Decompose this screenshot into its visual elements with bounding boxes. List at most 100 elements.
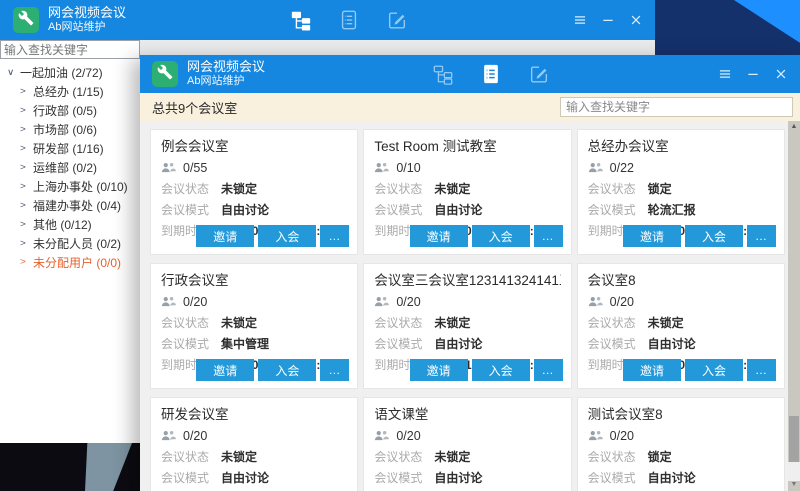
scroll-up-icon[interactable]: ▲ (788, 122, 800, 132)
room-search-input[interactable] (560, 97, 793, 117)
org-chart-icon[interactable] (289, 8, 313, 32)
chevron-icon[interactable]: > (20, 201, 33, 211)
invite-button[interactable]: 邀请 (410, 225, 468, 247)
chevron-icon[interactable]: ∨ (7, 68, 20, 78)
room-member-count: 0/20 (161, 294, 347, 309)
tree-item[interactable]: > 运维部 (0/2) (0, 158, 140, 177)
tree-item[interactable]: > 行政部 (0/5) (0, 101, 140, 120)
room-card: 会议室8 0/20 会议状态未锁定 会议模式自由讨论 到期时间2022-01-2… (577, 263, 785, 389)
list-icon-active[interactable] (479, 62, 503, 86)
window-title: 网会视频会议 (48, 6, 126, 21)
chevron-icon[interactable]: > (20, 163, 33, 173)
room-member-count: 0/10 (374, 160, 560, 175)
tree-item-label: 行政部 (0/5) (33, 102, 97, 119)
mode-value: 自由讨论 (434, 203, 482, 217)
join-button[interactable]: 入会 (258, 225, 316, 247)
sidebar-search-input[interactable] (0, 40, 140, 59)
room-card: Test Room 测试教室 0/10 会议状态未锁定 会议模式自由讨论 到期时… (363, 129, 571, 255)
member-count-value: 0/22 (610, 161, 634, 175)
join-button[interactable]: 入会 (258, 359, 316, 381)
window-titles: 网会视频会议 Ab网站维护 (48, 6, 126, 34)
close-icon[interactable] (772, 65, 790, 83)
tree-item[interactable]: > 其他 (0/12) (0, 215, 140, 234)
tree-item[interactable]: > 上海办事处 (0/10) (0, 177, 140, 196)
more-button[interactable]: … (747, 359, 776, 381)
invite-button[interactable]: 邀请 (410, 359, 468, 381)
wrench-icon (157, 64, 173, 85)
invite-button[interactable]: 邀请 (196, 359, 254, 381)
edit-icon[interactable] (385, 8, 409, 32)
mode-label: 会议模式 (588, 337, 648, 351)
minimize-icon[interactable] (599, 11, 617, 29)
chevron-icon[interactable]: > (20, 144, 33, 154)
chevron-icon[interactable]: > (20, 220, 33, 230)
room-card: 会议室三会议室123141324141三会... 0/20 会议状态未锁定 会议… (363, 263, 571, 389)
chevron-icon[interactable]: > (20, 239, 33, 249)
foreground-window-controls (716, 65, 790, 83)
join-button[interactable]: 入会 (685, 359, 743, 381)
status-label: 会议状态 (588, 316, 648, 330)
room-name: 会议室8 (588, 272, 774, 289)
join-button[interactable]: 入会 (472, 225, 530, 247)
more-button[interactable]: … (320, 359, 349, 381)
invite-button[interactable]: 邀请 (196, 225, 254, 247)
mode-label: 会议模式 (374, 203, 434, 217)
status-value: 未锁定 (434, 182, 470, 196)
member-count-value: 0/20 (610, 429, 634, 443)
room-card: 例会会议室 0/55 会议状态未锁定 会议模式自由讨论 到期时间2028-01-… (150, 129, 358, 255)
wrench-icon (18, 10, 34, 31)
invite-button[interactable]: 邀请 (623, 359, 681, 381)
scroll-down-icon[interactable]: ▼ (788, 480, 800, 490)
list-icon[interactable] (337, 8, 361, 32)
more-button[interactable]: … (534, 225, 563, 247)
tree-item[interactable]: > 未分配人员 (0/2) (0, 234, 140, 253)
tree-item[interactable]: > 福建办事处 (0/4) (0, 196, 140, 215)
foreground-window: 网会视频会议 Ab网站维护 总共9个会议室 (140, 55, 800, 491)
room-name: 行政会议室 (161, 272, 347, 289)
invite-button[interactable]: 邀请 (623, 225, 681, 247)
minimize-icon[interactable] (744, 65, 762, 83)
mode-value: 自由讨论 (434, 337, 482, 351)
menu-icon[interactable] (716, 65, 734, 83)
tree-item-label: 总经办 (1/15) (33, 83, 104, 100)
status-label: 会议状态 (588, 182, 648, 196)
tree-item[interactable]: > 未分配用户 (0/0) (0, 253, 140, 272)
more-button[interactable]: … (534, 359, 563, 381)
room-card: 研发会议室 0/20 会议状态未锁定 会议模式自由讨论 到期时间2022-01-… (150, 397, 358, 491)
chevron-icon[interactable]: > (20, 258, 33, 268)
status-label: 会议状态 (374, 316, 434, 330)
room-name: 语文课堂 (374, 406, 560, 423)
chevron-icon[interactable]: > (20, 87, 33, 97)
chevron-icon[interactable]: > (20, 125, 33, 135)
close-icon[interactable] (627, 11, 645, 29)
mode-label: 会议模式 (161, 471, 221, 485)
join-button[interactable]: 入会 (472, 359, 530, 381)
vertical-scrollbar[interactable]: ▲ ▼ (788, 121, 800, 491)
scrollbar-track-lower[interactable] (788, 462, 800, 481)
background-toolbar (289, 8, 409, 32)
status-label: 会议状态 (161, 316, 221, 330)
more-button[interactable]: … (320, 225, 349, 247)
mode-label: 会议模式 (588, 203, 648, 217)
more-button[interactable]: … (747, 225, 776, 247)
chevron-icon[interactable]: > (20, 182, 33, 192)
tree-item[interactable]: > 总经办 (1/15) (0, 82, 140, 101)
status-value: 未锁定 (434, 450, 470, 464)
org-tree: ∨ 一起加油 (2/72) > 总经办 (1/15) > 行政部 (0/5) >… (0, 59, 140, 272)
tree-item[interactable]: ∨ 一起加油 (2/72) (0, 63, 140, 82)
window-titles: 网会视频会议 Ab网站维护 (187, 60, 265, 88)
mode-value: 自由讨论 (648, 471, 696, 485)
menu-icon[interactable] (571, 11, 589, 29)
tree-item[interactable]: > 市场部 (0/6) (0, 120, 140, 139)
tree-item[interactable]: > 研发部 (1/16) (0, 139, 140, 158)
people-icon (161, 296, 176, 307)
scrollbar-thumb[interactable] (789, 416, 799, 462)
edit-icon[interactable] (527, 62, 551, 86)
room-member-count: 0/20 (588, 294, 774, 309)
people-icon (374, 162, 389, 173)
org-chart-icon[interactable] (431, 62, 455, 86)
chevron-icon[interactable]: > (20, 106, 33, 116)
join-button[interactable]: 入会 (685, 225, 743, 247)
tree-item-label: 市场部 (0/6) (33, 121, 97, 138)
app-logo (13, 7, 39, 33)
